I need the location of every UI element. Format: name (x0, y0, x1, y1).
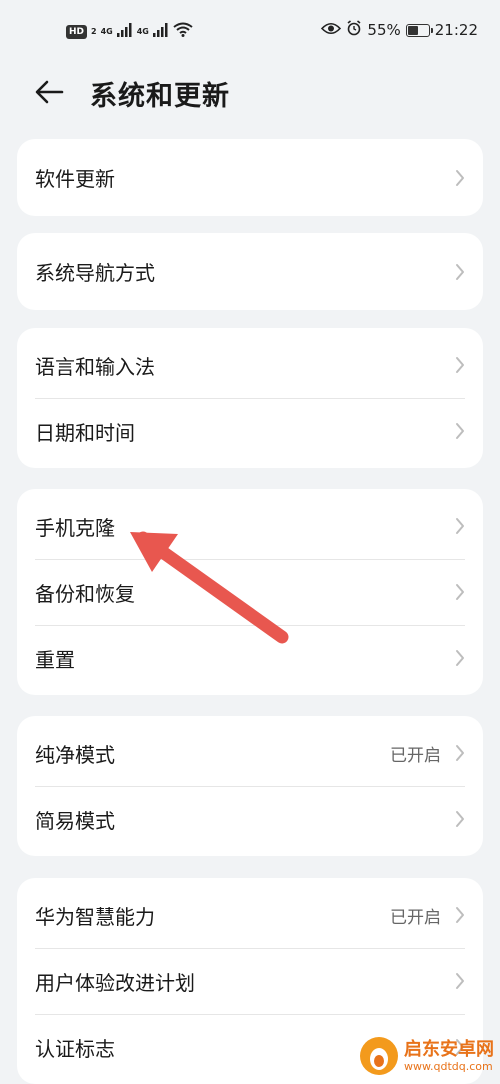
settings-group: 软件更新 (17, 139, 483, 216)
settings-item-label: 语言和输入法 (35, 354, 155, 379)
settings-item[interactable]: 语言和输入法 (17, 332, 483, 398)
settings-item[interactable]: 软件更新 (17, 139, 483, 216)
settings-item-label: 华为智慧能力 (35, 904, 155, 929)
settings-item-label: 纯净模式 (35, 742, 115, 767)
settings-item-value: 已开启 (390, 745, 441, 766)
settings-item-label: 用户体验改进计划 (35, 970, 195, 995)
chevron-right-icon (456, 423, 464, 439)
header: 系统和更新 (0, 62, 500, 126)
chevron-right-icon (456, 907, 464, 923)
signal-1-icon (116, 22, 133, 41)
signal-2-label: 4G (136, 27, 149, 36)
arrow-left-icon (35, 80, 64, 104)
chevron-right-icon (456, 518, 464, 534)
battery-icon (405, 23, 433, 37)
settings-item-label: 手机克隆 (35, 515, 115, 540)
hd-number: 2 (91, 27, 97, 36)
back-button[interactable] (32, 74, 68, 110)
status-right: 55% 21:22 (321, 20, 478, 40)
watermark-name: 启东安卓网 (404, 1038, 494, 1060)
chevron-right-icon (456, 263, 464, 280)
battery-percent: 55% (367, 21, 401, 39)
settings-item[interactable]: 日期和时间 (17, 398, 483, 464)
settings-group: 纯净模式 已开启简易模式 (17, 716, 483, 856)
watermark: 启东安卓网 www.qdtdq.com (360, 1037, 494, 1075)
settings-item[interactable]: 用户体验改进计划 (17, 948, 483, 1014)
signal-1-label: 4G (100, 27, 113, 36)
page-title: 系统和更新 (90, 81, 230, 112)
settings-item-label: 软件更新 (35, 167, 115, 191)
status-left: HD 2 4G 4G (66, 22, 193, 41)
settings-item-value: 已开启 (390, 907, 441, 928)
settings-group: 语言和输入法 日期和时间 (17, 328, 483, 468)
settings-group: 系统导航方式 (17, 233, 483, 310)
watermark-url: www.qdtdq.com (404, 1059, 493, 1073)
chevron-right-icon (456, 169, 464, 186)
settings-item[interactable]: 备份和恢复 (17, 559, 483, 625)
settings-item[interactable]: 手机克隆 (17, 493, 483, 559)
chevron-right-icon (456, 357, 464, 373)
settings-item-label: 简易模式 (35, 808, 115, 833)
watermark-logo (360, 1037, 398, 1075)
settings-item-label: 备份和恢复 (35, 581, 135, 606)
chevron-right-icon (456, 811, 464, 827)
hd-badge: HD (66, 24, 88, 39)
settings-item[interactable]: 系统导航方式 (17, 233, 483, 310)
eye-icon (321, 21, 342, 39)
settings-group: 手机克隆备份和恢复重置 (17, 489, 483, 695)
settings-item-label: 认证标志 (35, 1036, 115, 1061)
chevron-right-icon (456, 745, 464, 761)
settings-item[interactable]: 重置 (17, 625, 483, 691)
chevron-right-icon (456, 584, 464, 600)
settings-item[interactable]: 华为智慧能力 已开启 (17, 882, 483, 948)
chevron-right-icon (456, 650, 464, 666)
status-bar: HD 2 4G 4G 55% 21:22 (0, 0, 500, 62)
settings-item-label: 日期和时间 (35, 420, 135, 445)
settings-item-label: 重置 (35, 647, 75, 672)
settings-item[interactable]: 简易模式 (17, 786, 483, 852)
settings-item-label: 系统导航方式 (35, 261, 155, 285)
settings-item[interactable]: 纯净模式 已开启 (17, 720, 483, 786)
signal-2-icon (152, 22, 169, 41)
status-time: 21:22 (434, 21, 478, 39)
chevron-right-icon (456, 973, 464, 989)
wifi-icon (173, 22, 193, 41)
alarm-icon (346, 20, 362, 40)
